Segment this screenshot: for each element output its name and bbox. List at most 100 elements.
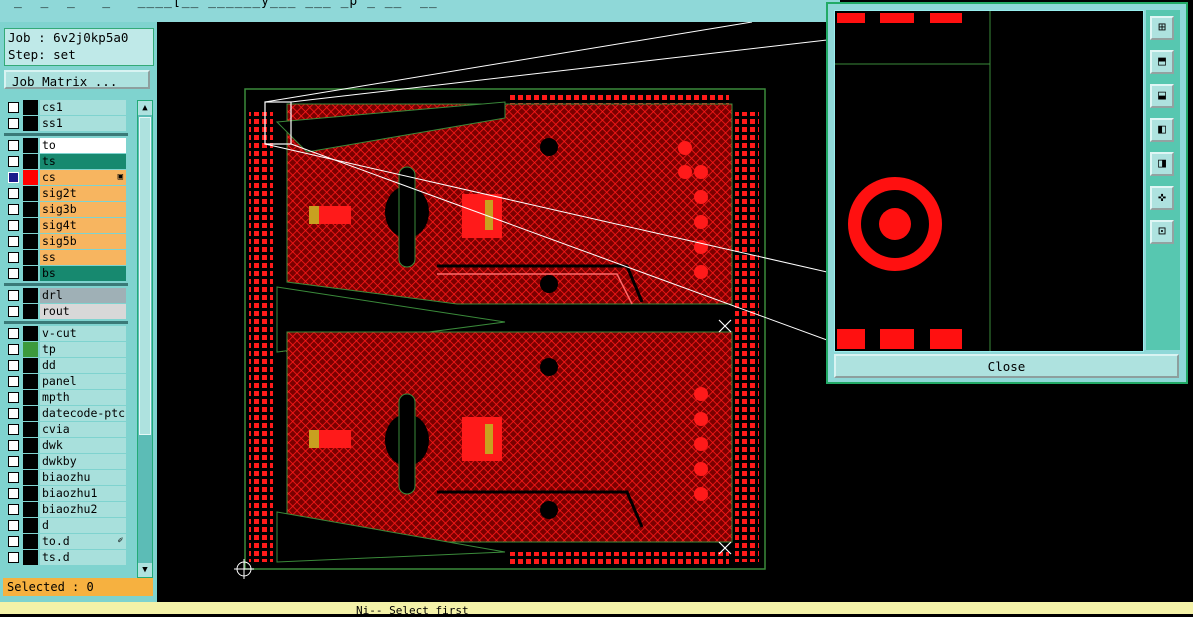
layer-row[interactable]: ts xyxy=(4,154,128,169)
layer-name[interactable]: sig2t xyxy=(40,186,126,201)
layer-name[interactable]: v-cut xyxy=(40,326,126,341)
scroll-down-arrow-icon[interactable]: ▼ xyxy=(138,563,152,577)
layer-checkbox[interactable] xyxy=(8,504,19,515)
layer-name[interactable]: tp xyxy=(40,342,126,357)
layer-name[interactable]: ts xyxy=(40,154,126,169)
layer-name[interactable]: dwkby xyxy=(40,454,126,469)
job-matrix-button[interactable]: Job Matrix ... xyxy=(4,70,150,89)
layer-checkbox[interactable] xyxy=(8,306,19,317)
layer-checkbox[interactable] xyxy=(8,472,19,483)
layer-name[interactable]: sig4t xyxy=(40,218,126,233)
layer-row[interactable]: tp xyxy=(4,342,128,357)
layer-name[interactable]: to.d ✐ xyxy=(40,534,126,549)
zoom-view[interactable] xyxy=(834,10,1144,352)
layer-checkbox[interactable] xyxy=(8,360,19,371)
layer-row[interactable]: sig3b xyxy=(4,202,128,217)
layer-checkbox[interactable] xyxy=(8,204,19,215)
layer-name[interactable]: biaozhu1 xyxy=(40,486,126,501)
fit-all-icon[interactable]: ⊡ xyxy=(1150,220,1174,244)
scroll-up-arrow-icon[interactable]: ▲ xyxy=(138,101,152,115)
layer-name[interactable]: datecode-ptc xyxy=(40,406,126,421)
layer-checkbox[interactable] xyxy=(8,392,19,403)
layer-checkbox[interactable] xyxy=(8,290,19,301)
layer-name[interactable]: mpth xyxy=(40,390,126,405)
layer-checkbox[interactable] xyxy=(8,252,19,263)
layer-checkbox[interactable] xyxy=(8,440,19,451)
layer-row[interactable]: v-cut xyxy=(4,326,128,341)
layer-row[interactable]: ts.d xyxy=(4,550,128,565)
layer-checkbox[interactable] xyxy=(8,408,19,419)
layer-name[interactable]: dwk xyxy=(40,438,126,453)
close-button[interactable]: Close xyxy=(834,354,1179,378)
graphic-editor-canvas[interactable] xyxy=(157,21,828,602)
layer-checkbox[interactable] xyxy=(8,376,19,387)
layer-checkbox[interactable] xyxy=(8,456,19,467)
layer-name[interactable]: d xyxy=(40,518,126,533)
layer-name[interactable]: ss1 xyxy=(40,116,126,131)
layer-name[interactable]: bs xyxy=(40,266,126,281)
layer-row[interactable]: cvia xyxy=(4,422,128,437)
layer-row[interactable]: dwkby xyxy=(4,454,128,469)
zoom-in-icon[interactable]: ⊞ xyxy=(1150,16,1174,40)
layer-checkbox[interactable] xyxy=(8,220,19,231)
layer-checkbox[interactable] xyxy=(8,328,19,339)
layer-name[interactable]: biaozhu xyxy=(40,470,126,485)
layer-checkbox[interactable] xyxy=(8,140,19,151)
layer-row[interactable]: cs1 xyxy=(4,100,128,115)
layer-list-scrollbar[interactable]: ▲ ▼ xyxy=(137,100,153,578)
layer-checkbox[interactable] xyxy=(8,344,19,355)
layer-name[interactable]: to xyxy=(40,138,126,153)
layer-row[interactable]: dwk xyxy=(4,438,128,453)
layer-checkbox[interactable] xyxy=(8,156,19,167)
layer-row[interactable]: cs ▣ xyxy=(4,170,128,185)
pan-down-icon[interactable]: ⬓ xyxy=(1150,84,1174,108)
layer-checkbox[interactable] xyxy=(8,552,19,563)
layer-checkbox[interactable] xyxy=(8,188,19,199)
layer-name[interactable]: ts.d xyxy=(40,550,126,565)
layer-checkbox[interactable] xyxy=(8,520,19,531)
scroll-thumb[interactable] xyxy=(139,117,151,435)
layer-row[interactable]: sig5b xyxy=(4,234,128,249)
layer-row[interactable]: ss1 xyxy=(4,116,128,131)
layer-checkbox[interactable] xyxy=(8,172,19,183)
layer-row[interactable]: to xyxy=(4,138,128,153)
pcb-panel-view[interactable] xyxy=(157,21,828,602)
layer-row[interactable]: panel xyxy=(4,374,128,389)
layer-checkbox[interactable] xyxy=(8,102,19,113)
layer-row[interactable]: to.d ✐ xyxy=(4,534,128,549)
layer-name[interactable]: drl xyxy=(40,288,126,303)
layer-row[interactable]: bs xyxy=(4,266,128,281)
pan-right-icon[interactable]: ◨ xyxy=(1150,152,1174,176)
layer-name[interactable]: panel xyxy=(40,374,126,389)
layer-checkbox[interactable] xyxy=(8,236,19,247)
layer-row[interactable]: d xyxy=(4,518,128,533)
layer-row[interactable]: rout xyxy=(4,304,128,319)
layer-row[interactable]: drl xyxy=(4,288,128,303)
layer-checkbox[interactable] xyxy=(8,488,19,499)
layer-checkbox[interactable] xyxy=(8,268,19,279)
layer-row[interactable]: datecode-ptc xyxy=(4,406,128,421)
layer-name[interactable]: rout xyxy=(40,304,126,319)
layer-row[interactable]: dd xyxy=(4,358,128,373)
layer-checkbox[interactable] xyxy=(8,118,19,129)
layer-row[interactable]: mpth xyxy=(4,390,128,405)
layer-checkbox[interactable] xyxy=(8,536,19,547)
layer-row[interactable]: biaozhu2 xyxy=(4,502,128,517)
layer-name[interactable]: dd xyxy=(40,358,126,373)
pan-left-icon[interactable]: ◧ xyxy=(1150,118,1174,142)
layer-row[interactable]: biaozhu1 xyxy=(4,486,128,501)
layer-name[interactable]: ss xyxy=(40,250,126,265)
layer-name[interactable]: cvia xyxy=(40,422,126,437)
layer-checkbox[interactable] xyxy=(8,424,19,435)
pan-up-icon[interactable]: ⬒ xyxy=(1150,50,1174,74)
layer-row[interactable]: biaozhu xyxy=(4,470,128,485)
layer-name[interactable]: cs1 xyxy=(40,100,126,115)
layer-row[interactable]: sig4t xyxy=(4,218,128,233)
fit-icon[interactable]: ✜ xyxy=(1150,186,1174,210)
layer-name[interactable]: biaozhu2 xyxy=(40,502,126,517)
layer-name[interactable]: cs ▣ xyxy=(40,170,126,185)
layer-name[interactable]: sig3b xyxy=(40,202,126,217)
layer-row[interactable]: sig2t xyxy=(4,186,128,201)
layer-row[interactable]: ss xyxy=(4,250,128,265)
layer-name[interactable]: sig5b xyxy=(40,234,126,249)
